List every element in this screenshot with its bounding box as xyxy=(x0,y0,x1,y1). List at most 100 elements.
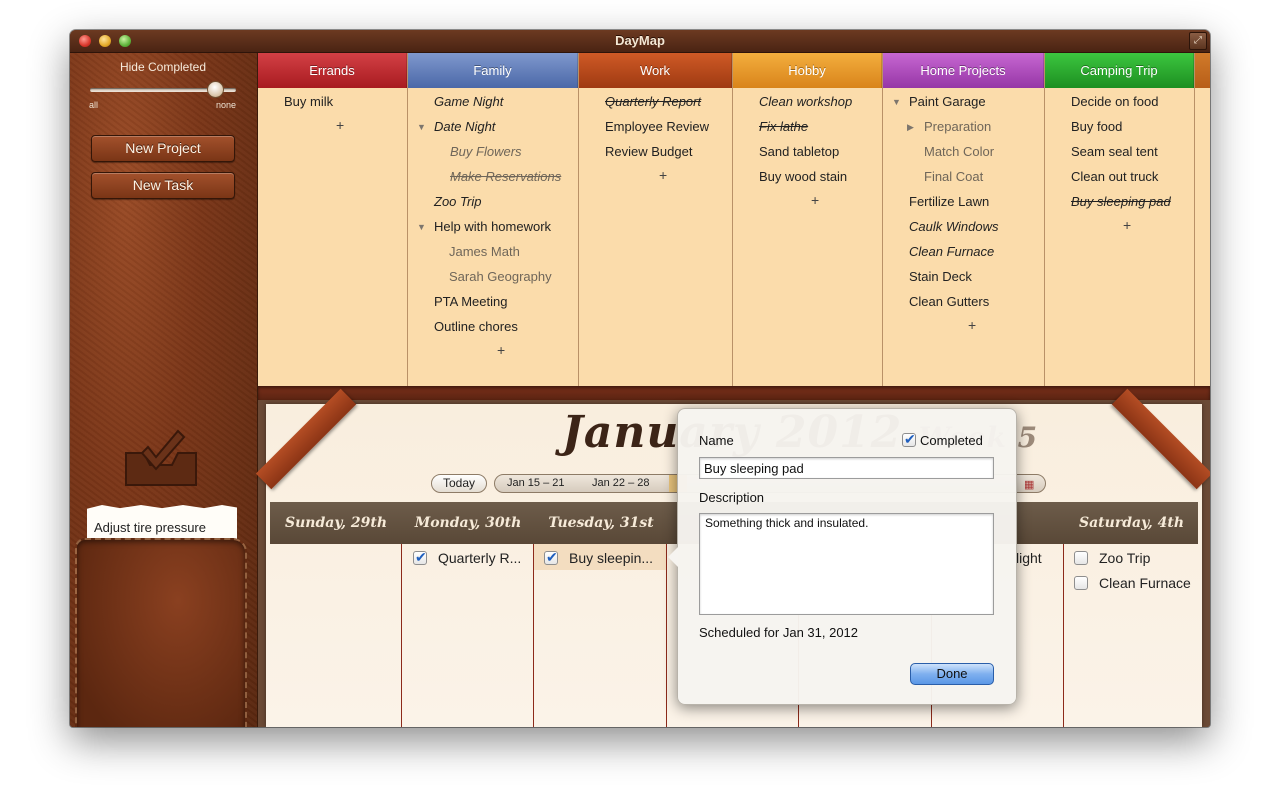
description-field[interactable]: Something thick and insulated. xyxy=(699,513,994,615)
task-name-field[interactable]: Buy sleeping pad xyxy=(699,457,994,479)
window-title: DayMap xyxy=(615,33,665,48)
description-label: Description xyxy=(699,490,765,505)
corner-ribbon-right xyxy=(1111,388,1210,490)
new-task-button[interactable]: New Task xyxy=(91,172,235,199)
task-checkbox[interactable] xyxy=(544,549,558,566)
task-item[interactable]: Paint Garage xyxy=(909,94,986,109)
project-column-hobby: Hobby Clean workshop Fix lathe Sand tabl… xyxy=(733,53,883,386)
subtask-item[interactable]: Final Coat xyxy=(924,169,983,184)
task-detail-popover: Name Completed Buy sleeping pad Descript… xyxy=(668,408,1017,705)
add-task-button[interactable]: + xyxy=(497,342,505,358)
task-item[interactable]: Stain Deck xyxy=(909,269,972,284)
add-task-button[interactable]: + xyxy=(659,167,667,183)
task-item[interactable]: Decide on food xyxy=(1071,94,1158,109)
task-checkbox[interactable] xyxy=(413,549,427,566)
day-column-saturday[interactable]: Zoo Trip Clean Furnace xyxy=(1064,544,1197,727)
pane-divider[interactable] xyxy=(258,386,1210,400)
subtask-item[interactable]: Preparation xyxy=(924,119,991,134)
task-item[interactable]: Clean Gutters xyxy=(909,294,989,309)
app-window: DayMap ⤢ Hide Completed all none New Pro… xyxy=(70,30,1210,727)
hide-completed-slider[interactable] xyxy=(90,81,236,98)
task-item[interactable]: Review Budget xyxy=(605,144,692,159)
calendar-task[interactable]: Zoo Trip xyxy=(1099,550,1150,566)
task-item[interactable]: Fix lathe xyxy=(759,119,808,134)
inbox-icon[interactable] xyxy=(120,423,202,493)
task-item[interactable]: Buy milk xyxy=(284,94,333,109)
task-item[interactable]: Buy food xyxy=(1071,119,1122,134)
day-header-tuesday: Tuesday, 31st xyxy=(548,515,654,531)
task-item[interactable]: Game Night xyxy=(434,94,503,109)
task-item[interactable]: Clean workshop xyxy=(759,94,852,109)
day-header-saturday: Saturday, 4th xyxy=(1079,515,1184,531)
new-project-button[interactable]: New Project xyxy=(91,135,235,162)
calendar-task[interactable]: light xyxy=(1016,550,1042,566)
task-checkbox[interactable] xyxy=(1074,576,1088,590)
add-task-button[interactable]: + xyxy=(968,317,976,333)
corner-ribbon-left xyxy=(255,388,357,490)
task-item[interactable]: Help with homework xyxy=(434,219,551,234)
sidebar: Hide Completed all none New Project New … xyxy=(70,53,258,727)
project-column-camping-trip: Camping Trip Decide on food Buy food Sea… xyxy=(1045,53,1195,386)
disclosure-triangle-icon[interactable]: ▼ xyxy=(417,222,426,232)
popover-arrow xyxy=(668,547,678,567)
completed-checkbox[interactable] xyxy=(902,431,916,448)
subtask-item[interactable]: Sarah Geography xyxy=(449,269,552,284)
project-header-family[interactable]: Family xyxy=(408,53,578,88)
project-column-work: Work Quarterly Report Employee Review Re… xyxy=(579,53,733,386)
title-bar: DayMap ⤢ xyxy=(70,30,1210,53)
project-column-overflow xyxy=(1195,53,1210,386)
disclosure-triangle-icon[interactable]: ▼ xyxy=(417,122,426,132)
project-header-home-projects[interactable]: Home Projects xyxy=(883,53,1044,88)
day-column-tuesday[interactable]: Buy sleepin... xyxy=(534,544,667,727)
task-item[interactable]: Seam seal tent xyxy=(1071,144,1158,159)
day-column-monday[interactable]: Quarterly R... xyxy=(402,544,534,727)
subtask-item[interactable]: Buy Flowers xyxy=(450,144,522,159)
name-label: Name xyxy=(699,433,734,448)
calendar-task-selected[interactable]: Buy sleepin... xyxy=(569,550,653,566)
subtask-item[interactable]: James Math xyxy=(449,244,520,259)
week-option[interactable]: Jan 15 – 21 xyxy=(507,477,565,489)
task-item[interactable]: Caulk Windows xyxy=(909,219,998,234)
calendar-task[interactable]: Clean Furnace xyxy=(1099,575,1191,591)
task-item[interactable]: Outline chores xyxy=(434,319,518,334)
task-item[interactable]: PTA Meeting xyxy=(434,294,507,309)
task-item[interactable]: Clean out truck xyxy=(1071,169,1158,184)
task-item[interactable]: Date Night xyxy=(434,119,495,134)
projects-board: Errands Buy milk + Family Game Night ▼ D… xyxy=(258,53,1210,386)
task-item[interactable]: Employee Review xyxy=(605,119,709,134)
task-item[interactable]: Clean Furnace xyxy=(909,244,994,259)
task-checkbox[interactable] xyxy=(1074,551,1088,565)
slider-knob[interactable] xyxy=(207,81,224,98)
task-item[interactable]: Zoo Trip xyxy=(434,194,481,209)
disclosure-triangle-collapsed-icon[interactable]: ▶ xyxy=(907,122,914,133)
subtask-item[interactable]: Make Reservations xyxy=(450,169,561,184)
subtask-item[interactable]: Match Color xyxy=(924,144,994,159)
week-option[interactable]: Jan 22 – 28 xyxy=(592,477,650,489)
project-header-hobby[interactable]: Hobby xyxy=(733,53,882,88)
project-header-work[interactable]: Work xyxy=(579,53,732,88)
done-button[interactable]: Done xyxy=(910,663,994,685)
add-task-button[interactable]: + xyxy=(811,192,819,208)
calendar-task[interactable]: Quarterly R... xyxy=(438,550,521,566)
completed-label[interactable]: Completed xyxy=(920,433,983,448)
day-column-sunday[interactable] xyxy=(270,544,402,727)
project-header-errands[interactable]: Errands xyxy=(258,53,407,88)
project-header-camping-trip[interactable]: Camping Trip xyxy=(1045,53,1194,88)
task-item[interactable]: Quarterly Report xyxy=(605,94,701,109)
task-item[interactable]: Buy sleeping pad xyxy=(1071,194,1171,209)
add-task-button[interactable]: + xyxy=(336,117,344,133)
task-item[interactable]: Fertilize Lawn xyxy=(909,194,989,209)
scheduled-date: Scheduled for Jan 31, 2012 xyxy=(699,625,859,640)
today-button[interactable]: Today xyxy=(431,474,487,493)
calendar-icon[interactable]: ▦ xyxy=(1024,478,1034,491)
fullscreen-icon[interactable]: ⤢ xyxy=(1189,32,1207,50)
leather-pocket xyxy=(75,538,247,727)
add-task-button[interactable]: + xyxy=(1123,217,1131,233)
project-column-home-projects: Home Projects ▼ Paint Garage ▶ Preparati… xyxy=(883,53,1045,386)
note-text: Adjust tire pressure xyxy=(94,520,206,535)
task-item[interactable]: Buy wood stain xyxy=(759,169,847,184)
task-item[interactable]: Sand tabletop xyxy=(759,144,839,159)
disclosure-triangle-icon[interactable]: ▼ xyxy=(892,97,901,107)
project-column-errands: Errands Buy milk + xyxy=(258,53,408,386)
project-column-family: Family Game Night ▼ Date Night Buy Flowe… xyxy=(408,53,579,386)
